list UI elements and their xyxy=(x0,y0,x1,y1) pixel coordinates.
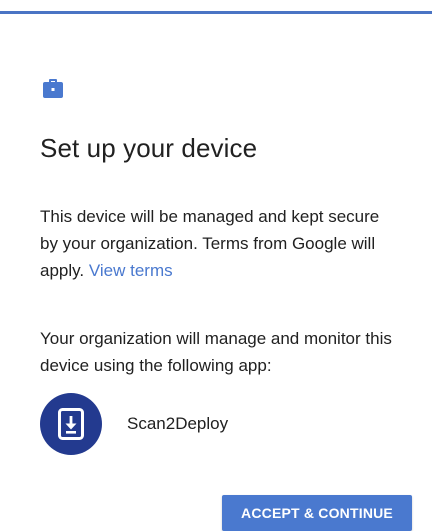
manage-description: Your organization will manage and monito… xyxy=(40,329,392,375)
app-avatar xyxy=(40,393,102,455)
accept-continue-button[interactable]: ACCEPT & CONTINUE xyxy=(222,495,412,531)
top-status-bar xyxy=(0,0,432,14)
briefcase-icon xyxy=(43,79,63,98)
download-phone-icon xyxy=(58,408,84,440)
device-description: This device will be managed and kept sec… xyxy=(40,203,400,284)
managing-app-row: Scan2Deploy xyxy=(40,393,228,455)
view-terms-link[interactable]: View terms xyxy=(89,261,173,280)
page-title: Set up your device xyxy=(40,133,258,163)
app-name: Scan2Deploy xyxy=(127,414,229,433)
